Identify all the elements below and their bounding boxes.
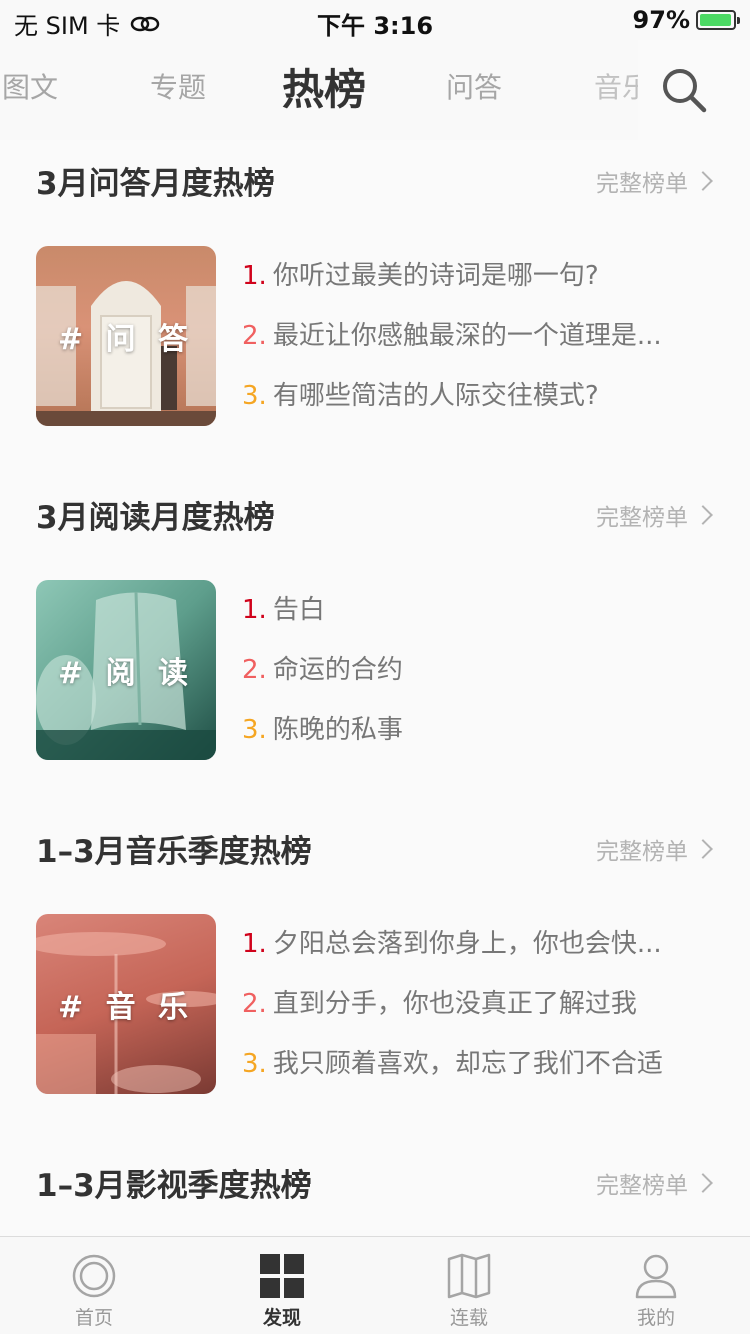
full-list-link[interactable]: 完整榜单: [596, 498, 713, 532]
search-button[interactable]: [638, 40, 750, 140]
section-title: 1–3月影视季度热榜: [36, 1168, 312, 1204]
rank-number: 2.: [242, 321, 267, 351]
rank-list: 1. 告白 2. 命运的合约 3. 陈晚的私事: [242, 580, 712, 760]
rank-list: 1. 夕阳总会落到你身上，你也会快... 2. 直到分手，你也没真正了解过我 3. 我…: [242, 914, 712, 1094]
tab-hot-list[interactable]: 热榜: [282, 56, 366, 117]
section-title: 3月问答月度热榜: [36, 166, 275, 202]
battery-icon: [696, 10, 740, 30]
status-right: 97%: [632, 6, 740, 34]
rank-item[interactable]: 3. 陈晚的私事: [242, 700, 712, 760]
full-list-label: 完整榜单: [596, 1173, 688, 1199]
full-list-label: 完整榜单: [596, 839, 688, 865]
chevron-right-icon: [693, 505, 713, 525]
rank-item[interactable]: 1. 夕阳总会落到你身上，你也会快...: [242, 914, 712, 974]
tab-serial[interactable]: 连载: [409, 1251, 529, 1330]
person-icon: [596, 1251, 716, 1301]
rank-number: 3.: [242, 715, 267, 745]
tab-mine[interactable]: 我的: [596, 1251, 716, 1330]
grid-icon: [222, 1251, 342, 1301]
section-qa-ranking: 3月问答月度热榜 完整榜单 # 问 答 1. 你听过最美的诗词是哪一句? 2. 最近…: [0, 158, 750, 438]
rank-text: 我只顾着喜欢，却忘了我们不合适: [272, 1049, 663, 1079]
rank-item[interactable]: 2. 命运的合约: [242, 640, 712, 700]
rank-number: 2.: [242, 655, 267, 685]
chevron-right-icon: [693, 171, 713, 191]
full-list-link[interactable]: 完整榜单: [596, 1166, 713, 1200]
status-bar: 无 SIM 卡 下午 3:16 97%: [0, 0, 750, 40]
tab-topic[interactable]: 专题: [150, 66, 206, 106]
rank-item[interactable]: 2. 直到分手，你也没真正了解过我: [242, 974, 712, 1034]
rank-text: 告白: [272, 595, 325, 625]
battery-fill: [700, 14, 732, 26]
cover-label: # 阅 读: [57, 656, 195, 691]
rank-number: 1.: [242, 595, 267, 625]
chevron-right-icon: [693, 839, 713, 859]
rank-list: 1. 你听过最美的诗词是哪一句? 2. 最近让你感触最深的一个道理是... 3. 有哪…: [242, 246, 712, 426]
rank-number: 3.: [242, 381, 267, 411]
rank-number: 1.: [242, 929, 267, 959]
cover-image-reading[interactable]: # 阅 读: [36, 580, 216, 760]
rank-item[interactable]: 2. 最近让你感触最深的一个道理是...: [242, 306, 712, 366]
section-film-ranking: 1–3月影视季度热榜 完整榜单: [0, 1160, 750, 1220]
search-icon: [663, 69, 707, 113]
bottom-tab-bar: 首页 发现 连载 我的: [0, 1236, 750, 1334]
section-title: 1–3月音乐季度热榜: [36, 834, 312, 870]
tab-label: 发现: [262, 1307, 301, 1329]
cover-label: # 音 乐: [57, 990, 195, 1025]
rank-number: 3.: [242, 1049, 267, 1079]
full-list-label: 完整榜单: [596, 505, 688, 531]
cover-image-qa[interactable]: # 问 答: [36, 246, 216, 426]
home-circle-icon: [34, 1251, 154, 1301]
rank-number: 1.: [242, 261, 267, 291]
rank-item[interactable]: 3. 我只顾着喜欢，却忘了我们不合适: [242, 1034, 712, 1094]
tab-qa[interactable]: 问答: [446, 66, 502, 106]
top-tab-bar: 图文 专题 热榜 问答 音乐: [0, 40, 750, 140]
rank-text: 最近让你感触最深的一个道理是...: [272, 321, 662, 351]
chevron-right-icon: [693, 1173, 713, 1193]
tab-label: 首页: [74, 1307, 113, 1329]
section-title: 3月阅读月度热榜: [36, 500, 275, 536]
full-list-link[interactable]: 完整榜单: [596, 832, 713, 866]
full-list-label: 完整榜单: [596, 171, 688, 197]
rank-text: 命运的合约: [272, 655, 403, 685]
rank-text: 陈晚的私事: [272, 715, 403, 745]
full-list-link[interactable]: 完整榜单: [596, 164, 713, 198]
rank-text: 你听过最美的诗词是哪一句?: [272, 261, 599, 291]
tab-image-text[interactable]: 图文: [2, 66, 58, 106]
book-icon: [409, 1251, 529, 1301]
rank-text: 有哪些简洁的人际交往模式?: [272, 381, 599, 411]
tab-discover[interactable]: 发现: [222, 1251, 342, 1330]
rank-item[interactable]: 3. 有哪些简洁的人际交往模式?: [242, 366, 712, 426]
rank-text: 直到分手，你也没真正了解过我: [272, 989, 637, 1019]
tab-label: 我的: [636, 1307, 675, 1329]
cover-label: # 问 答: [57, 322, 195, 357]
section-reading-ranking: 3月阅读月度热榜 完整榜单 # 阅 读 1. 告白 2. 命运的合约 3. 陈晚的私事: [0, 492, 750, 772]
rank-number: 2.: [242, 989, 267, 1019]
tab-label: 连载: [449, 1307, 488, 1329]
section-music-ranking: 1–3月音乐季度热榜 完整榜单 # 音 乐 1. 夕阳总会落到你身上，你也会快..…: [0, 826, 750, 1106]
rank-item[interactable]: 1. 告白: [242, 580, 712, 640]
rank-item[interactable]: 1. 你听过最美的诗词是哪一句?: [242, 246, 712, 306]
battery-percent: 97%: [632, 6, 690, 34]
cover-image-music[interactable]: # 音 乐: [36, 914, 216, 1094]
rank-text: 夕阳总会落到你身上，你也会快...: [272, 929, 662, 959]
tab-home[interactable]: 首页: [34, 1251, 154, 1330]
